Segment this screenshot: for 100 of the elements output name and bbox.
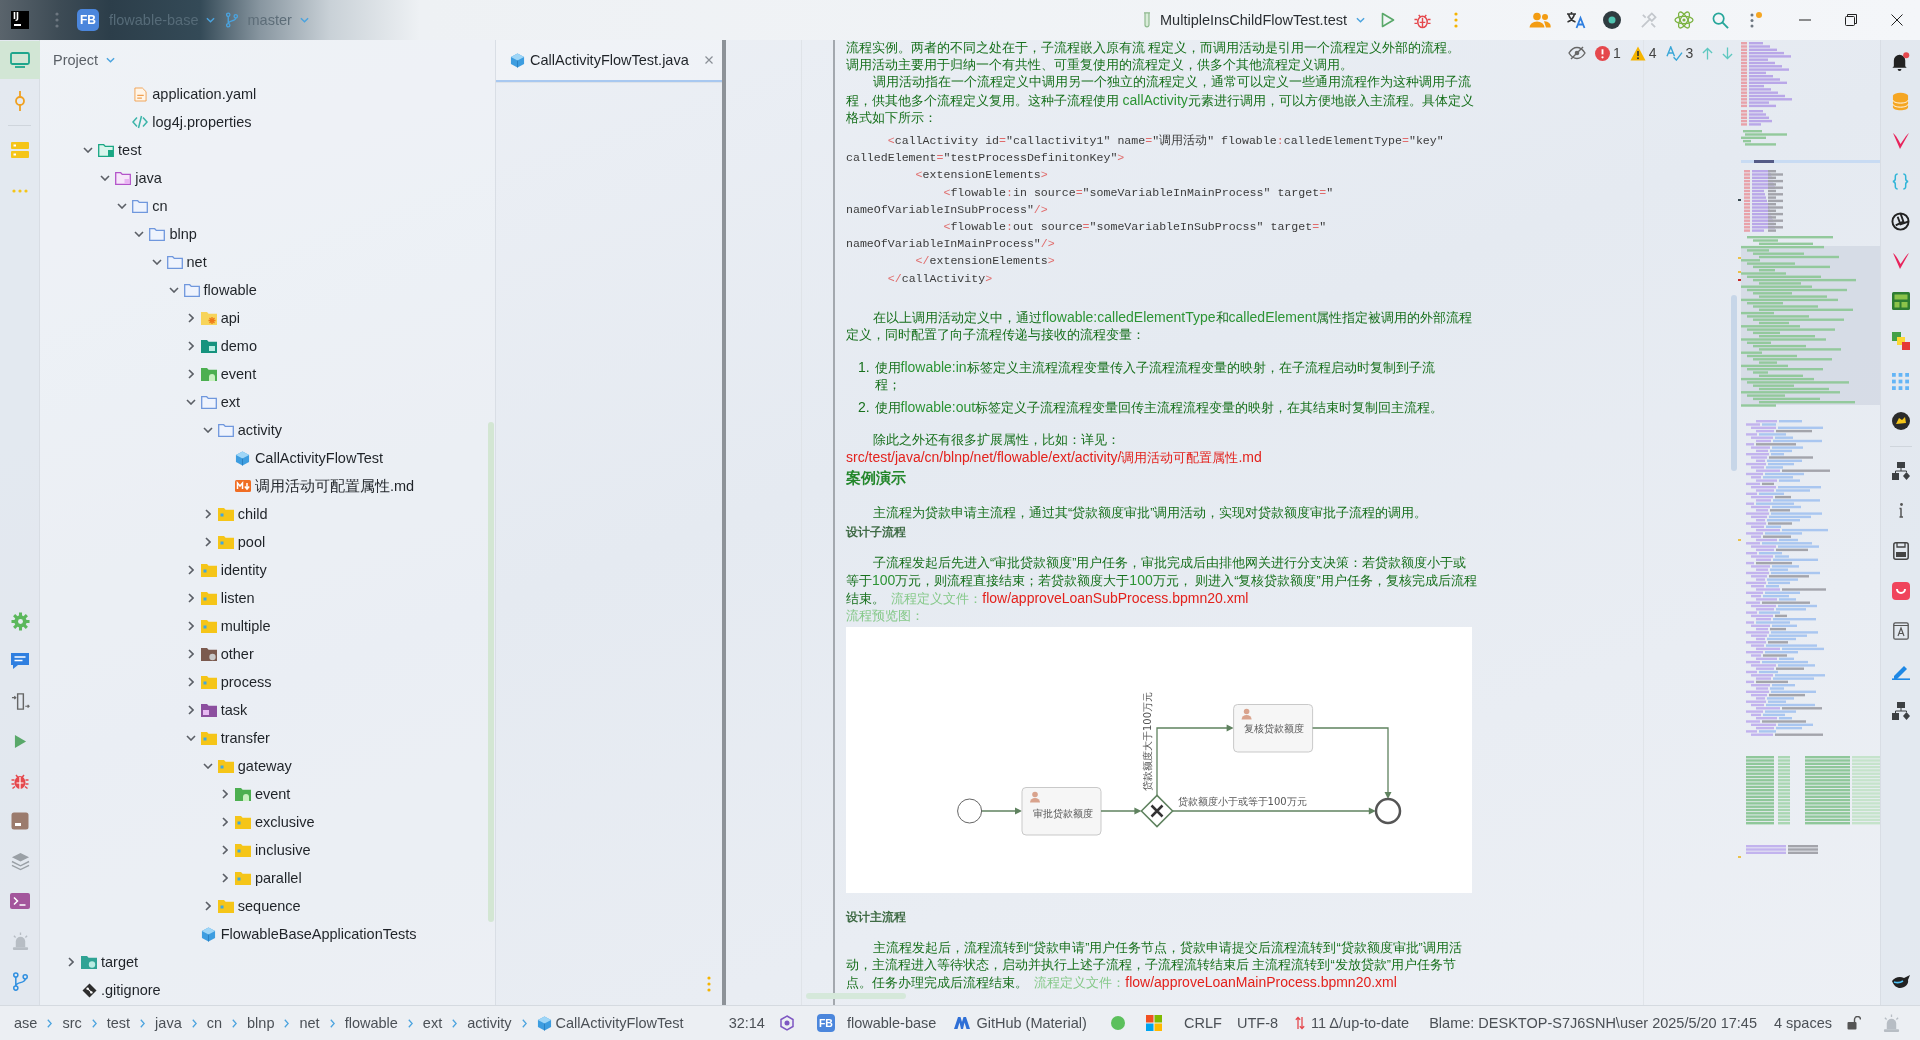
tree-item[interactable]: api — [220, 310, 241, 326]
chevron-right-icon[interactable] — [221, 789, 228, 799]
tree-item[interactable]: inclusive — [254, 842, 311, 858]
four-squares-icon[interactable] — [1146, 1015, 1163, 1031]
circle-icon[interactable] — [1603, 11, 1621, 29]
breadcrumb[interactable]: src — [62, 1015, 82, 1031]
tree-item[interactable]: test — [118, 142, 142, 158]
chevron-down-icon[interactable] — [83, 147, 94, 153]
chevron-down-icon[interactable] — [185, 399, 196, 405]
chevron-right-icon[interactable] — [187, 649, 194, 659]
project-name[interactable]: flowable-base — [846, 1015, 937, 1031]
run-configuration[interactable]: MultipleInsChildFlowTest.test — [1160, 12, 1347, 28]
warning-icon[interactable] — [1629, 45, 1646, 61]
tree-item[interactable]: identity — [220, 562, 267, 578]
chevron-right-icon[interactable] — [187, 565, 194, 575]
eye-slash-icon[interactable] — [1568, 46, 1586, 60]
tree-item[interactable]: .gitignore — [101, 982, 161, 998]
translate-icon[interactable] — [1566, 11, 1586, 29]
tree-item[interactable]: task — [220, 702, 248, 718]
tree-item[interactable]: 调用活动可配置属性.md — [254, 476, 415, 496]
tree-item[interactable]: target — [101, 954, 139, 970]
chevron-right-icon[interactable] — [187, 593, 194, 603]
breadcrumb[interactable]: java — [155, 1015, 182, 1031]
chevron-down-icon[interactable] — [202, 427, 213, 433]
chevron-right-icon[interactable] — [204, 901, 211, 911]
more-icon[interactable] — [1750, 12, 1762, 28]
error-count[interactable]: 1 — [1613, 45, 1621, 61]
breadcrumb[interactable]: ase — [14, 1015, 38, 1031]
chevron-right-icon[interactable] — [221, 817, 228, 827]
breadcrumb[interactable]: activity — [467, 1015, 512, 1031]
chevron-right-icon[interactable] — [187, 369, 194, 379]
info-icon[interactable] — [1897, 503, 1904, 519]
chevron-down-icon[interactable] — [100, 175, 111, 181]
tree-item[interactable]: parallel — [254, 870, 302, 886]
chevron-down-icon[interactable] — [168, 287, 179, 293]
chevron-down-icon[interactable] — [106, 57, 116, 63]
tree-item[interactable]: other — [220, 646, 254, 662]
file-link[interactable]: flow/approveLoanMainProcess.bpmn20.xml — [1125, 976, 1397, 991]
panel-title[interactable]: Project — [53, 52, 99, 68]
tree-item[interactable]: blnp — [169, 226, 197, 242]
file-encoding[interactable]: UTF-8 — [1237, 1015, 1279, 1031]
tree-item[interactable]: application.yaml — [152, 86, 257, 102]
tree-item[interactable]: flowable — [203, 282, 257, 298]
chevron-right-icon[interactable] — [187, 313, 194, 323]
chevron-down-icon[interactable] — [117, 203, 128, 209]
tree-item[interactable]: log4j.properties — [152, 114, 252, 130]
tree-item[interactable]: activity — [237, 422, 283, 438]
theme-name[interactable]: GitHub (Material) — [976, 1015, 1087, 1031]
status-dot-icon[interactable] — [1111, 1016, 1126, 1030]
caret-position[interactable]: 32:14 — [728, 1015, 765, 1031]
scrollbar-thumb[interactable] — [1731, 295, 1737, 471]
breadcrumb[interactable]: cn — [206, 1015, 223, 1031]
scrollbar-thumb[interactable] — [488, 422, 494, 922]
tree-item[interactable]: exclusive — [254, 814, 315, 830]
chevron-right-icon[interactable] — [187, 677, 194, 687]
breadcrumb[interactable]: flowable — [344, 1015, 398, 1031]
tree-item[interactable]: listen — [220, 590, 255, 606]
bird-icon[interactable] — [1890, 973, 1911, 989]
tree-item[interactable]: net — [186, 254, 207, 270]
chevron-right-icon[interactable] — [187, 341, 194, 351]
book-icon[interactable] — [1892, 622, 1909, 640]
v-shape-icon[interactable] — [1891, 252, 1910, 270]
vcs-status[interactable]: 11 Δ/up-to-date — [1311, 1015, 1410, 1031]
bell-icon[interactable] — [1891, 51, 1910, 71]
diagram-icon[interactable] — [1891, 702, 1910, 720]
tree-item[interactable]: child — [237, 506, 268, 522]
v-shape-icon[interactable] — [1891, 132, 1910, 150]
file-link[interactable]: flow/approveLoanSubProcess.bpmn20.xml — [982, 592, 1249, 607]
tree-item[interactable]: CallActivityFlowTest — [254, 450, 383, 466]
file-link[interactable]: src/test/java/cn/blnp/net/flowable/ext/activity/调用活动可配置属性.md — [846, 451, 1262, 466]
tree-item[interactable]: gateway — [237, 758, 292, 774]
chevron-down-icon[interactable] — [134, 231, 145, 237]
tree-item[interactable]: event — [220, 366, 257, 382]
chevron-right-icon[interactable] — [187, 621, 194, 631]
run-icon[interactable] — [1381, 12, 1395, 28]
restore-icon[interactable] — [1845, 14, 1857, 26]
typo-count[interactable]: 3 — [1685, 45, 1694, 61]
chevron-down-icon[interactable] — [202, 763, 213, 769]
tree-item[interactable]: process — [220, 674, 272, 690]
breadcrumb[interactable]: CallActivityFlowTest — [555, 1015, 684, 1031]
tree-item[interactable]: java — [135, 170, 162, 186]
breadcrumb[interactable]: net — [299, 1015, 320, 1031]
diagram-icon[interactable] — [1891, 462, 1910, 480]
blame-info[interactable]: Blame: DESKTOP-S7J6SNH\user 2025/5/20 17:45 — [1429, 1015, 1757, 1031]
chevron-right-icon[interactable] — [68, 957, 74, 967]
breadcrumb[interactable]: ext — [422, 1015, 443, 1031]
squares-icon[interactable] — [1891, 332, 1910, 350]
tree-item[interactable]: ext — [220, 394, 241, 410]
chevron-down-icon[interactable] — [206, 17, 216, 23]
tree-item[interactable]: demo — [220, 338, 257, 354]
indent-setting[interactable]: 4 spaces — [1773, 1015, 1832, 1031]
tree-item[interactable]: multiple — [220, 618, 271, 634]
chevron-down-icon[interactable] — [151, 259, 162, 265]
chevron-right-icon[interactable] — [204, 509, 211, 519]
tree-item[interactable]: cn — [152, 198, 168, 214]
chevron-right-icon[interactable] — [221, 873, 228, 883]
lock-icon[interactable] — [1847, 1016, 1861, 1030]
close-icon[interactable] — [1891, 14, 1903, 26]
breadcrumb[interactable]: test — [106, 1015, 131, 1031]
tree-item[interactable]: transfer — [220, 730, 270, 746]
